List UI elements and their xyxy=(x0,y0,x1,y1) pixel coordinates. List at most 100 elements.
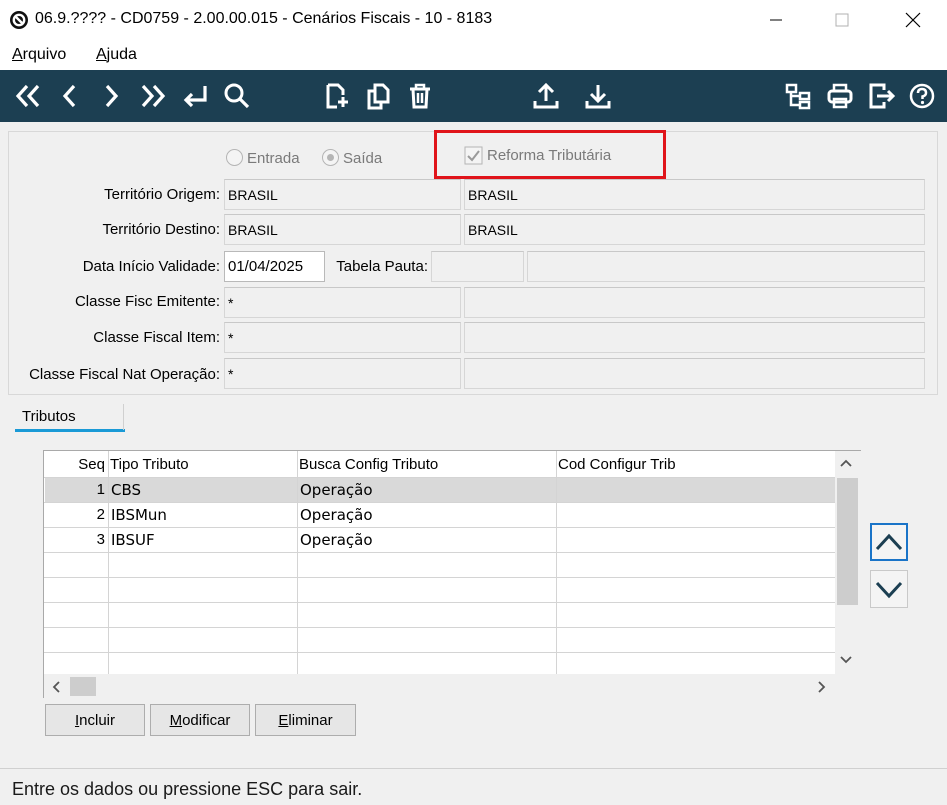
maximize-button[interactable] xyxy=(819,0,865,40)
row-divider xyxy=(44,527,835,528)
search-button[interactable] xyxy=(219,78,255,114)
table-row-tipo[interactable]: IBSMun xyxy=(111,506,167,524)
tributos-grid[interactable]: Seq Tipo Tributo Busca Config Tributo Co… xyxy=(43,450,861,698)
column-header-cod[interactable]: Cod Configur Trib xyxy=(558,456,676,473)
minimize-icon xyxy=(770,19,782,21)
move-up-button[interactable] xyxy=(870,523,908,561)
previous-record-button[interactable] xyxy=(52,78,88,114)
exit-button[interactable] xyxy=(864,78,900,114)
copy-button[interactable] xyxy=(360,78,396,114)
column-header-seq[interactable]: Seq xyxy=(48,456,105,473)
close-icon xyxy=(905,12,921,28)
classe-nat-label: Classe Fiscal Nat Operação: xyxy=(29,366,220,383)
table-row-seq[interactable]: 1 xyxy=(48,481,105,498)
minimize-button[interactable] xyxy=(753,0,799,40)
incluir-button[interactable]: Incluir xyxy=(45,704,145,736)
scroll-down-icon[interactable] xyxy=(839,655,853,665)
app-logo-icon xyxy=(10,11,28,29)
row-divider xyxy=(44,602,835,603)
table-row-busca[interactable]: Operação xyxy=(300,481,373,499)
classe-item-label: Classe Fiscal Item: xyxy=(93,329,220,346)
column-header-busca[interactable]: Busca Config Tributo xyxy=(299,456,438,473)
previous-record-icon xyxy=(62,84,76,108)
classe-emitente-label: Classe Fisc Emitente: xyxy=(74,293,220,310)
row-divider xyxy=(44,652,835,653)
horizontal-scrollbar[interactable] xyxy=(44,674,861,698)
table-row-seq[interactable]: 2 xyxy=(48,506,105,523)
classe-emitente-desc xyxy=(464,287,925,318)
row-divider xyxy=(44,552,835,553)
radio-entrada[interactable] xyxy=(226,149,243,166)
maximize-icon xyxy=(835,13,849,27)
territorio-origem-field[interactable]: BRASIL xyxy=(224,179,461,210)
chevron-up-icon xyxy=(875,533,903,551)
download-button[interactable] xyxy=(580,78,616,114)
tree-button[interactable] xyxy=(780,78,816,114)
eliminar-button[interactable]: Eliminar xyxy=(255,704,356,736)
classe-item-desc xyxy=(464,322,925,353)
radio-saida[interactable] xyxy=(322,149,339,166)
next-record-icon xyxy=(105,84,119,108)
scroll-up-icon[interactable] xyxy=(839,458,853,468)
exit-icon xyxy=(869,83,896,109)
territorio-destino-field[interactable]: BRASIL xyxy=(224,214,461,245)
menu-ajuda[interactable]: Ajuda xyxy=(96,46,137,64)
scroll-left-icon[interactable] xyxy=(51,680,61,694)
column-divider xyxy=(556,451,557,674)
copy-icon xyxy=(367,83,390,110)
menu-bar: Arquivo Ajuda xyxy=(0,40,947,70)
vertical-scroll-thumb[interactable] xyxy=(837,478,858,605)
horizontal-scroll-thumb[interactable] xyxy=(70,677,96,696)
territorio-origem-label: Território Origem: xyxy=(104,186,220,203)
classe-emitente-field[interactable]: * xyxy=(224,287,461,318)
radio-saida-label: Saída xyxy=(343,150,383,167)
classe-nat-desc xyxy=(464,358,925,389)
return-icon xyxy=(183,86,207,108)
last-record-button[interactable] xyxy=(135,78,171,114)
table-row-seq[interactable]: 3 xyxy=(48,531,105,548)
menu-arquivo[interactable]: Arquivo xyxy=(12,46,66,64)
selected-row-highlight xyxy=(45,478,835,503)
scroll-right-icon[interactable] xyxy=(817,680,827,694)
territorio-destino-desc: BRASIL xyxy=(464,214,925,245)
territorio-destino-label: Território Destino: xyxy=(102,221,220,238)
return-button[interactable] xyxy=(177,78,213,114)
table-row-busca[interactable]: Operação xyxy=(300,531,373,549)
tree-icon xyxy=(785,83,811,110)
radio-entrada-label: Entrada xyxy=(247,150,300,167)
status-text: Entre os dados ou pressione ESC para sai… xyxy=(12,779,363,799)
move-down-button[interactable] xyxy=(870,570,908,608)
first-record-button[interactable] xyxy=(10,78,46,114)
title-bar: 06.9.???? - CD0759 - 2.00.00.015 - Cenár… xyxy=(0,0,947,40)
help-button[interactable] xyxy=(904,78,940,114)
new-document-button[interactable] xyxy=(318,78,354,114)
table-row-tipo[interactable]: IBSUF xyxy=(111,531,155,549)
tabela-pauta-field[interactable] xyxy=(431,251,524,282)
last-record-icon xyxy=(141,84,166,108)
delete-icon xyxy=(410,83,430,109)
row-divider xyxy=(44,502,835,503)
classe-nat-field[interactable]: * xyxy=(224,358,461,389)
new-document-icon xyxy=(326,83,348,109)
toolbar xyxy=(0,70,947,122)
column-header-tipo[interactable]: Tipo Tributo xyxy=(110,456,189,473)
upload-button[interactable] xyxy=(528,78,564,114)
chevron-down-icon xyxy=(875,581,903,599)
data-inicio-input[interactable]: 01/04/2025 xyxy=(224,251,325,282)
tab-tributos[interactable]: Tributos xyxy=(22,408,76,425)
data-inicio-label: Data Início Validade: xyxy=(82,258,220,275)
print-button[interactable] xyxy=(822,78,858,114)
search-icon xyxy=(224,83,250,109)
tab-active-indicator xyxy=(15,429,125,432)
upload-icon xyxy=(533,82,559,109)
delete-button[interactable] xyxy=(402,78,438,114)
classe-item-field[interactable]: * xyxy=(224,322,461,353)
modificar-button[interactable]: Modificar xyxy=(150,704,250,736)
first-record-icon xyxy=(15,84,40,108)
table-row-tipo[interactable]: CBS xyxy=(111,481,141,499)
table-row-busca[interactable]: Operação xyxy=(300,506,373,524)
window-title: 06.9.???? - CD0759 - 2.00.00.015 - Cenár… xyxy=(35,10,493,27)
next-record-button[interactable] xyxy=(93,78,129,114)
close-button[interactable] xyxy=(890,0,936,40)
column-divider xyxy=(108,451,109,674)
